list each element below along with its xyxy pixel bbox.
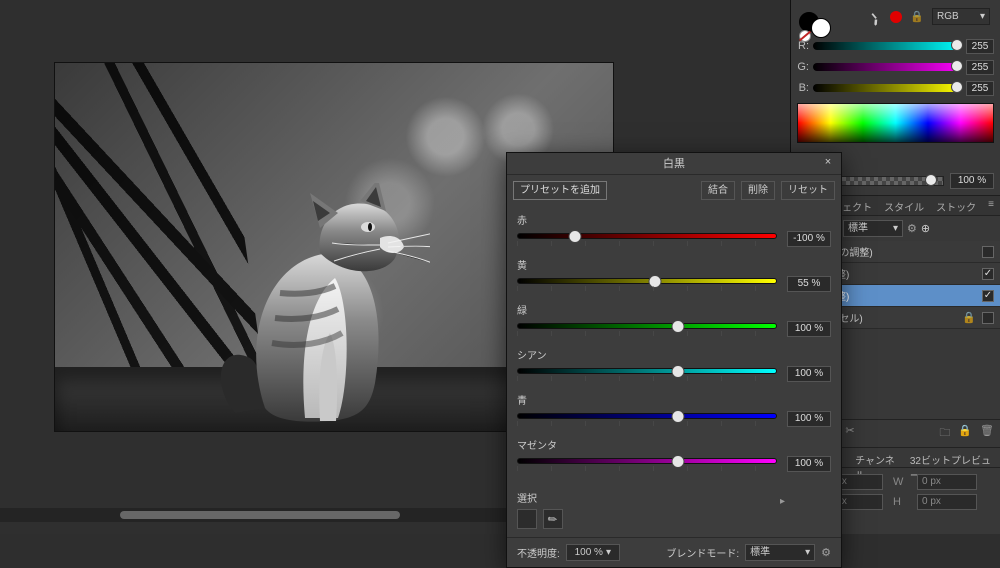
merge-button[interactable]: 結合 (701, 181, 735, 200)
add-preset-button[interactable]: プリセットを追加 (513, 181, 607, 200)
color-mode-select[interactable]: RGB▾ (932, 8, 990, 25)
slider-value[interactable]: 100 % (787, 321, 831, 337)
eyedropper-icon[interactable] (865, 7, 885, 27)
channel-label: G: (797, 61, 809, 73)
channel-slider[interactable] (813, 42, 962, 50)
h-label: H (893, 496, 907, 508)
slider-track[interactable] (517, 413, 777, 419)
panel-menu-icon[interactable]: ≡ (982, 196, 1000, 215)
lock-layer-icon[interactable]: 🔒 (958, 424, 972, 443)
background-swatch[interactable] (811, 18, 831, 38)
channel-value[interactable]: 255 (966, 39, 994, 54)
w-field[interactable]: 0 px (917, 474, 977, 490)
gear-icon[interactable]: ⚙ (907, 222, 917, 235)
bw-slider-青: 青 100 % (517, 392, 831, 427)
gear-icon[interactable]: ⚙ (821, 546, 831, 559)
slider-track[interactable] (517, 368, 777, 374)
slider-value[interactable]: 55 % (787, 276, 831, 292)
slider-ticks (517, 241, 777, 246)
slider-track[interactable] (517, 458, 777, 464)
slider-handle[interactable] (951, 39, 963, 51)
visibility-checkbox[interactable] (982, 290, 994, 302)
bw-slider-緑: 緑 100 % (517, 302, 831, 337)
lock-icon: 🔒 (962, 311, 976, 324)
scroll-right-icon[interactable]: ▸ (780, 496, 785, 507)
foreground-background-swatches[interactable]: 🔒 RGB▾ (797, 6, 994, 34)
dialog-title[interactable]: 白黒 × (507, 153, 841, 175)
channel-value[interactable]: 255 (966, 60, 994, 75)
slider-handle[interactable] (951, 81, 963, 93)
slider-value[interactable]: 100 % (787, 366, 831, 382)
tab-stock[interactable]: ストック (930, 196, 982, 215)
close-icon[interactable]: × (821, 156, 835, 170)
channel-label: B: (797, 82, 809, 94)
dialog-blend-label: ブレンドモード: (666, 545, 739, 560)
slider-handle[interactable] (951, 60, 963, 72)
eyedropper-icon: ✎ (545, 511, 560, 527)
visibility-checkbox[interactable] (982, 268, 994, 280)
visibility-checkbox[interactable] (982, 312, 994, 324)
slider-value[interactable]: 100 % (787, 411, 831, 427)
dialog-opacity-label: 不透明度: (517, 545, 560, 560)
crop-icon[interactable]: ✂ (845, 424, 854, 443)
dialog-opacity-field[interactable]: 100 %▾ (566, 544, 620, 561)
slider-ticks (517, 466, 777, 471)
slider-ticks (517, 286, 777, 291)
visibility-checkbox[interactable] (982, 246, 994, 258)
slider-label: 赤 (517, 212, 831, 227)
slider-track[interactable] (517, 233, 777, 239)
bw-slider-赤: 赤 -100 % (517, 212, 831, 247)
folder-icon[interactable]: 🗀 (939, 424, 950, 443)
slider-ticks (517, 376, 777, 381)
tab-styles[interactable]: スタイル (878, 196, 930, 215)
color-picker-button[interactable]: ✎ (543, 509, 563, 529)
picked-color-swatch[interactable] (517, 509, 537, 529)
slider-value[interactable]: 100 % (787, 456, 831, 472)
channel-slider[interactable] (813, 63, 962, 71)
scrollbar-thumb[interactable] (120, 511, 400, 519)
recent-color-swatch[interactable] (890, 11, 902, 23)
no-color-icon[interactable] (799, 30, 811, 42)
bw-slider-マゼンタ: マゼンタ 100 % (517, 437, 831, 472)
tab-32bit-preview[interactable]: 32ビットプレビュー (906, 450, 996, 465)
slider-label: 青 (517, 392, 831, 407)
hue-saturation-picker[interactable] (797, 103, 994, 143)
tab-channels[interactable]: チャンネル (851, 450, 904, 465)
slider-label: 緑 (517, 302, 831, 317)
slider-track[interactable] (517, 278, 777, 284)
slider-label: シアン (517, 347, 831, 362)
delete-button[interactable]: 削除 (741, 181, 775, 200)
w-label: W (893, 476, 907, 488)
channel-value[interactable]: 255 (966, 81, 994, 96)
slider-ticks (517, 421, 777, 426)
lock-icon: 🔒 (910, 10, 924, 23)
channel-slider[interactable] (813, 84, 962, 92)
opacity-value[interactable]: 100 % (950, 173, 994, 189)
dialog-blend-select[interactable]: 標準▾ (745, 544, 815, 561)
slider-ticks (517, 331, 777, 336)
slider-label: マゼンタ (517, 437, 831, 452)
cat-subject (210, 183, 430, 432)
slider-track[interactable] (517, 323, 777, 329)
bw-slider-シアン: シアン 100 % (517, 347, 831, 382)
bw-slider-黄: 黄 55 % (517, 257, 831, 292)
opacity-slider-handle[interactable] (925, 174, 937, 186)
slider-value[interactable]: -100 % (787, 231, 831, 247)
more-icon[interactable]: ⊕ (921, 222, 930, 235)
trash-icon[interactable]: 🗑 (980, 424, 994, 443)
reset-button[interactable]: リセット (781, 181, 835, 200)
h-field[interactable]: 0 px (917, 494, 977, 510)
slider-label: 黄 (517, 257, 831, 272)
layer-blend-select[interactable]: 標準▾ (843, 220, 903, 237)
black-and-white-dialog[interactable]: 白黒 × プリセットを追加 結合 削除 リセット 赤 -100 % 黄 55 % 緑 10… (506, 152, 842, 568)
